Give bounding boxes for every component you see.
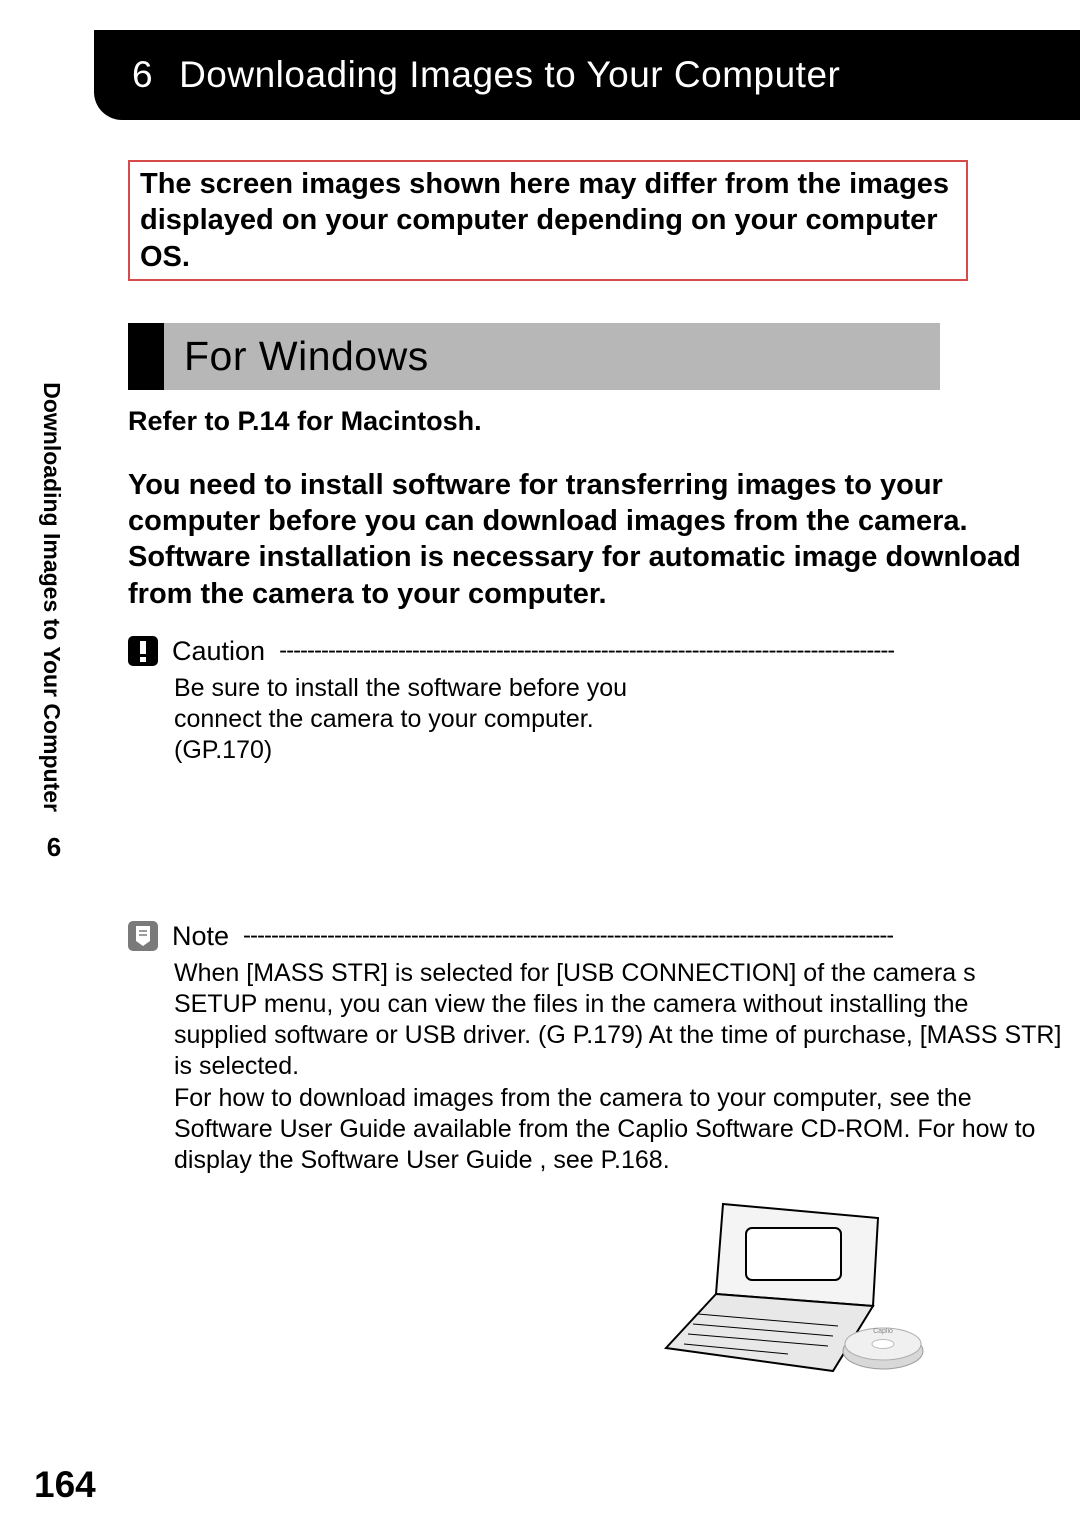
caution-head: Caution --------------------------------… <box>128 636 1068 667</box>
note-callout: Note -----------------------------------… <box>128 921 1068 1177</box>
disclaimer-text: The screen images shown here may differ … <box>140 168 949 273</box>
caution-body: Be sure to install the software before y… <box>174 673 694 767</box>
intro-paragraph: You need to install software for transfe… <box>128 467 1068 612</box>
chapter-header: 6 Downloading Images to Your Computer <box>94 30 1080 120</box>
side-tab-number: 6 <box>38 832 70 863</box>
side-tab: Downloading Images to Your Computer 6 <box>38 262 100 1062</box>
note-dashes: ----------------------------------------… <box>243 922 893 950</box>
section-header: For Windows <box>128 323 940 390</box>
chapter-title: Downloading Images to Your Computer <box>179 54 840 95</box>
section-title: For Windows <box>164 323 940 390</box>
disclaimer-box: The screen images shown here may differ … <box>128 160 968 281</box>
side-tab-label: Downloading Images to Your Computer <box>38 262 65 812</box>
caution-label: Caution <box>172 636 265 667</box>
section-tab-marker <box>128 323 164 390</box>
manual-page: 6 Downloading Images to Your Computer The… <box>0 0 1080 1528</box>
note-head: Note -----------------------------------… <box>128 921 1068 952</box>
note-icon <box>128 921 158 951</box>
caution-callout: Caution --------------------------------… <box>128 636 1068 767</box>
chapter-number: 6 <box>132 54 153 95</box>
svg-text:Caplio: Caplio <box>873 1328 893 1335</box>
note-body: When [MASS STR] is selected for [USB CON… <box>174 958 1064 1177</box>
caution-dashes: ----------------------------------------… <box>279 637 894 665</box>
caution-icon <box>128 636 158 666</box>
laptop-illustration: Caplio <box>628 1196 928 1396</box>
note-label: Note <box>172 921 229 952</box>
page-number: 164 <box>34 1464 96 1506</box>
cross-reference: Refer to P.14 for Macintosh. <box>128 406 1080 437</box>
